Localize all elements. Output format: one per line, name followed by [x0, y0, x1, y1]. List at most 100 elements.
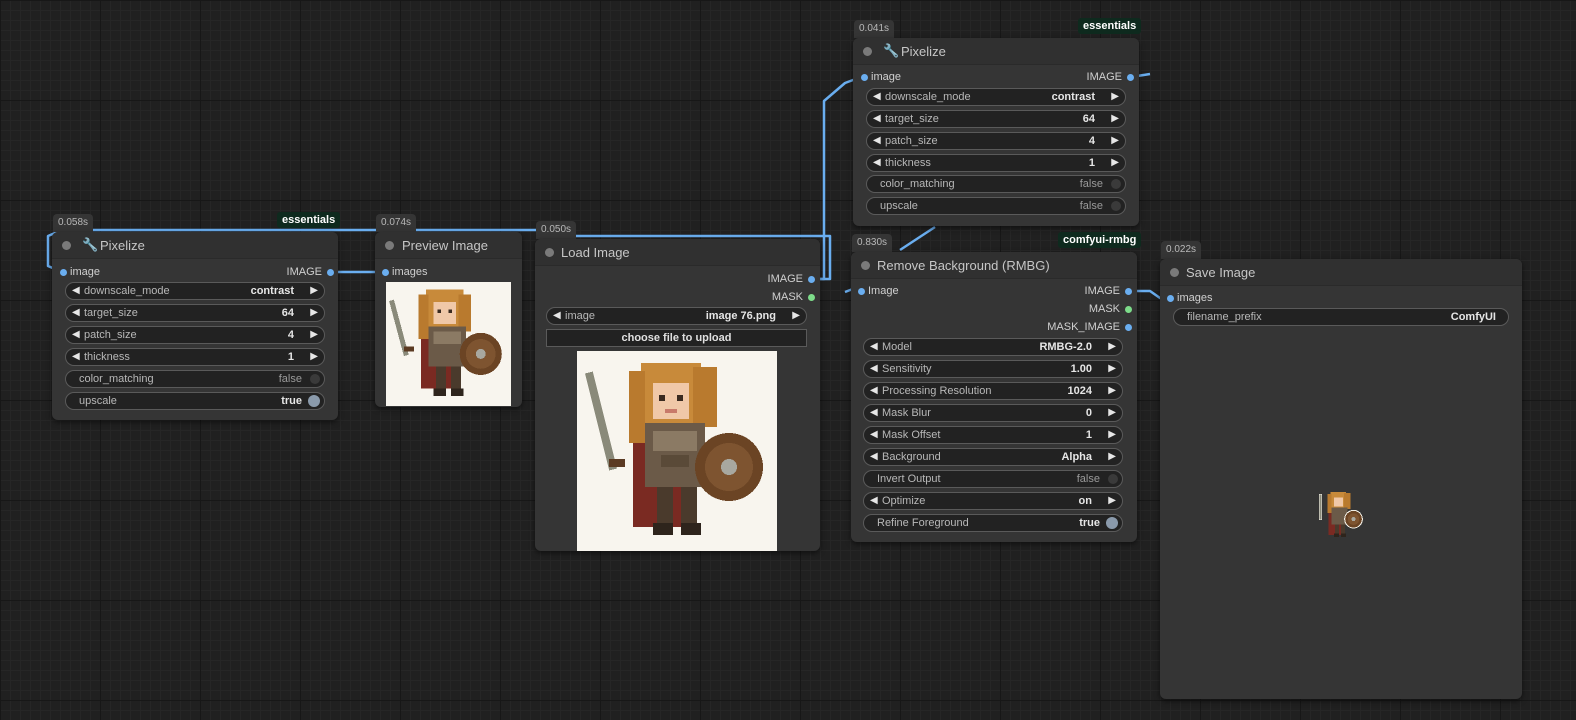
output-dot-icon[interactable]: [1125, 306, 1132, 313]
toggle-invert-output[interactable]: Invert Output false: [863, 470, 1123, 488]
collapse-dot-icon[interactable]: [545, 248, 554, 257]
output-dot-icon[interactable]: [808, 276, 815, 283]
arrow-left-icon[interactable]: ◀: [870, 407, 878, 418]
combo-background[interactable]: ◀ Background Alpha ▶: [863, 448, 1123, 466]
arrow-right-icon[interactable]: ▶: [1111, 91, 1119, 102]
arrow-right-icon[interactable]: ▶: [310, 307, 318, 318]
arrow-left-icon[interactable]: ◀: [873, 91, 881, 102]
preview-image-node[interactable]: Preview Image images: [375, 232, 522, 407]
arrow-left-icon[interactable]: ◀: [873, 135, 881, 146]
collapse-dot-icon[interactable]: [863, 47, 872, 56]
combo-model[interactable]: ◀ Model RMBG-2.0 ▶: [863, 338, 1123, 356]
arrow-right-icon[interactable]: ▶: [1108, 407, 1116, 418]
toggle-knob-icon[interactable]: [310, 374, 320, 384]
node-header[interactable]: Preview Image: [375, 232, 522, 259]
arrow-right-icon[interactable]: ▶: [1108, 363, 1116, 374]
output-dot-icon[interactable]: [1125, 288, 1132, 295]
number-patch-size[interactable]: ◀ patch_size 4 ▶: [866, 132, 1126, 150]
output-dot-icon[interactable]: [1125, 324, 1132, 331]
output-dot-icon[interactable]: [1127, 74, 1134, 81]
node-header[interactable]: 🔧 Pixelize: [52, 232, 338, 259]
pixelize-node-top[interactable]: 🔧 Pixelize image IMAGE ◀ downscale_mode …: [853, 38, 1139, 226]
toggle-upscale[interactable]: upscale false: [866, 197, 1126, 215]
toggle-color-matching[interactable]: color_matching false: [65, 370, 325, 388]
arrow-left-icon[interactable]: ◀: [873, 113, 881, 124]
arrow-right-icon[interactable]: ▶: [310, 329, 318, 340]
arrow-left-icon[interactable]: ◀: [72, 351, 80, 362]
number-mask-blur[interactable]: ◀ Mask Blur 0 ▶: [863, 404, 1123, 422]
toggle-knob-icon[interactable]: [308, 395, 320, 407]
number-sensitivity[interactable]: ◀ Sensitivity 1.00 ▶: [863, 360, 1123, 378]
arrow-right-icon[interactable]: ▶: [1111, 157, 1119, 168]
arrow-left-icon[interactable]: ◀: [553, 310, 561, 321]
input-slot-images[interactable]: images: [382, 266, 427, 278]
combo-downscale-mode[interactable]: ◀ downscale_mode contrast ▶: [65, 282, 325, 300]
number-thickness[interactable]: ◀ thickness 1 ▶: [65, 348, 325, 366]
save-image-node[interactable]: Save Image images filename_prefix ComfyU…: [1160, 259, 1522, 699]
collapse-dot-icon[interactable]: [861, 261, 870, 270]
number-target-size[interactable]: ◀ target_size 64 ▶: [65, 304, 325, 322]
arrow-right-icon[interactable]: ▶: [1108, 341, 1116, 352]
output-dot-icon[interactable]: [327, 269, 334, 276]
collapse-dot-icon[interactable]: [62, 241, 71, 250]
arrow-left-icon[interactable]: ◀: [870, 429, 878, 440]
arrow-left-icon[interactable]: ◀: [870, 451, 878, 462]
load-image-node[interactable]: Load Image IMAGE MASK ◀ image image 76.p…: [535, 239, 820, 551]
input-slot-image[interactable]: image: [60, 266, 100, 278]
arrow-right-icon[interactable]: ▶: [1111, 135, 1119, 146]
arrow-left-icon[interactable]: ◀: [72, 285, 80, 296]
toggle-refine-foreground[interactable]: Refine Foreground true: [863, 514, 1123, 532]
output-slot-image[interactable]: IMAGE: [768, 273, 815, 285]
output-slot-image[interactable]: IMAGE: [1085, 285, 1132, 297]
arrow-left-icon[interactable]: ◀: [870, 495, 878, 506]
node-header[interactable]: Load Image: [535, 239, 820, 266]
collapse-dot-icon[interactable]: [385, 241, 394, 250]
arrow-right-icon[interactable]: ▶: [1108, 495, 1116, 506]
input-slot-image[interactable]: image: [861, 71, 901, 83]
combo-optimize[interactable]: ◀ Optimize on ▶: [863, 492, 1123, 510]
input-dot-icon[interactable]: [858, 288, 865, 295]
input-dot-icon[interactable]: [861, 74, 868, 81]
toggle-color-matching[interactable]: color_matching false: [866, 175, 1126, 193]
pixelize-node-left[interactable]: 🔧 Pixelize image IMAGE ◀ downscale_mode …: [52, 232, 338, 420]
combo-image-file[interactable]: ◀ image image 76.png ▶: [546, 307, 807, 325]
input-slot-images[interactable]: images: [1167, 292, 1212, 304]
number-mask-offset[interactable]: ◀ Mask Offset 1 ▶: [863, 426, 1123, 444]
arrow-right-icon[interactable]: ▶: [1108, 451, 1116, 462]
input-slot-image[interactable]: Image: [858, 285, 899, 297]
number-thickness[interactable]: ◀ thickness 1 ▶: [866, 154, 1126, 172]
output-slot-mask[interactable]: MASK: [772, 291, 815, 303]
arrow-right-icon[interactable]: ▶: [1111, 113, 1119, 124]
toggle-knob-icon[interactable]: [1111, 179, 1121, 189]
output-slot-image[interactable]: IMAGE: [287, 266, 334, 278]
number-target-size[interactable]: ◀ target_size 64 ▶: [866, 110, 1126, 128]
arrow-left-icon[interactable]: ◀: [72, 329, 80, 340]
output-slot-mask-image[interactable]: MASK_IMAGE: [1047, 321, 1132, 333]
arrow-right-icon[interactable]: ▶: [792, 310, 800, 321]
arrow-left-icon[interactable]: ◀: [870, 363, 878, 374]
arrow-left-icon[interactable]: ◀: [72, 307, 80, 318]
text-filename-prefix[interactable]: filename_prefix ComfyUI: [1173, 308, 1509, 326]
node-header[interactable]: Save Image: [1160, 259, 1522, 286]
input-dot-icon[interactable]: [1167, 295, 1174, 302]
combo-downscale-mode[interactable]: ◀ downscale_mode contrast ▶: [866, 88, 1126, 106]
toggle-knob-icon[interactable]: [1111, 201, 1121, 211]
toggle-knob-icon[interactable]: [1108, 474, 1118, 484]
arrow-right-icon[interactable]: ▶: [310, 285, 318, 296]
output-slot-mask[interactable]: MASK: [1089, 303, 1132, 315]
node-header[interactable]: 🔧 Pixelize: [853, 38, 1139, 65]
input-dot-icon[interactable]: [60, 269, 67, 276]
remove-background-node[interactable]: Remove Background (RMBG) Image IMAGE MAS…: [851, 252, 1137, 542]
arrow-right-icon[interactable]: ▶: [1108, 429, 1116, 440]
arrow-right-icon[interactable]: ▶: [310, 351, 318, 362]
toggle-upscale[interactable]: upscale true: [65, 392, 325, 410]
input-dot-icon[interactable]: [382, 269, 389, 276]
node-header[interactable]: Remove Background (RMBG): [851, 252, 1137, 279]
choose-file-button[interactable]: choose file to upload: [546, 329, 807, 347]
collapse-dot-icon[interactable]: [1170, 268, 1179, 277]
output-slot-image[interactable]: IMAGE: [1087, 71, 1134, 83]
arrow-left-icon[interactable]: ◀: [870, 341, 878, 352]
toggle-knob-icon[interactable]: [1106, 517, 1118, 529]
output-dot-icon[interactable]: [808, 294, 815, 301]
arrow-right-icon[interactable]: ▶: [1108, 385, 1116, 396]
